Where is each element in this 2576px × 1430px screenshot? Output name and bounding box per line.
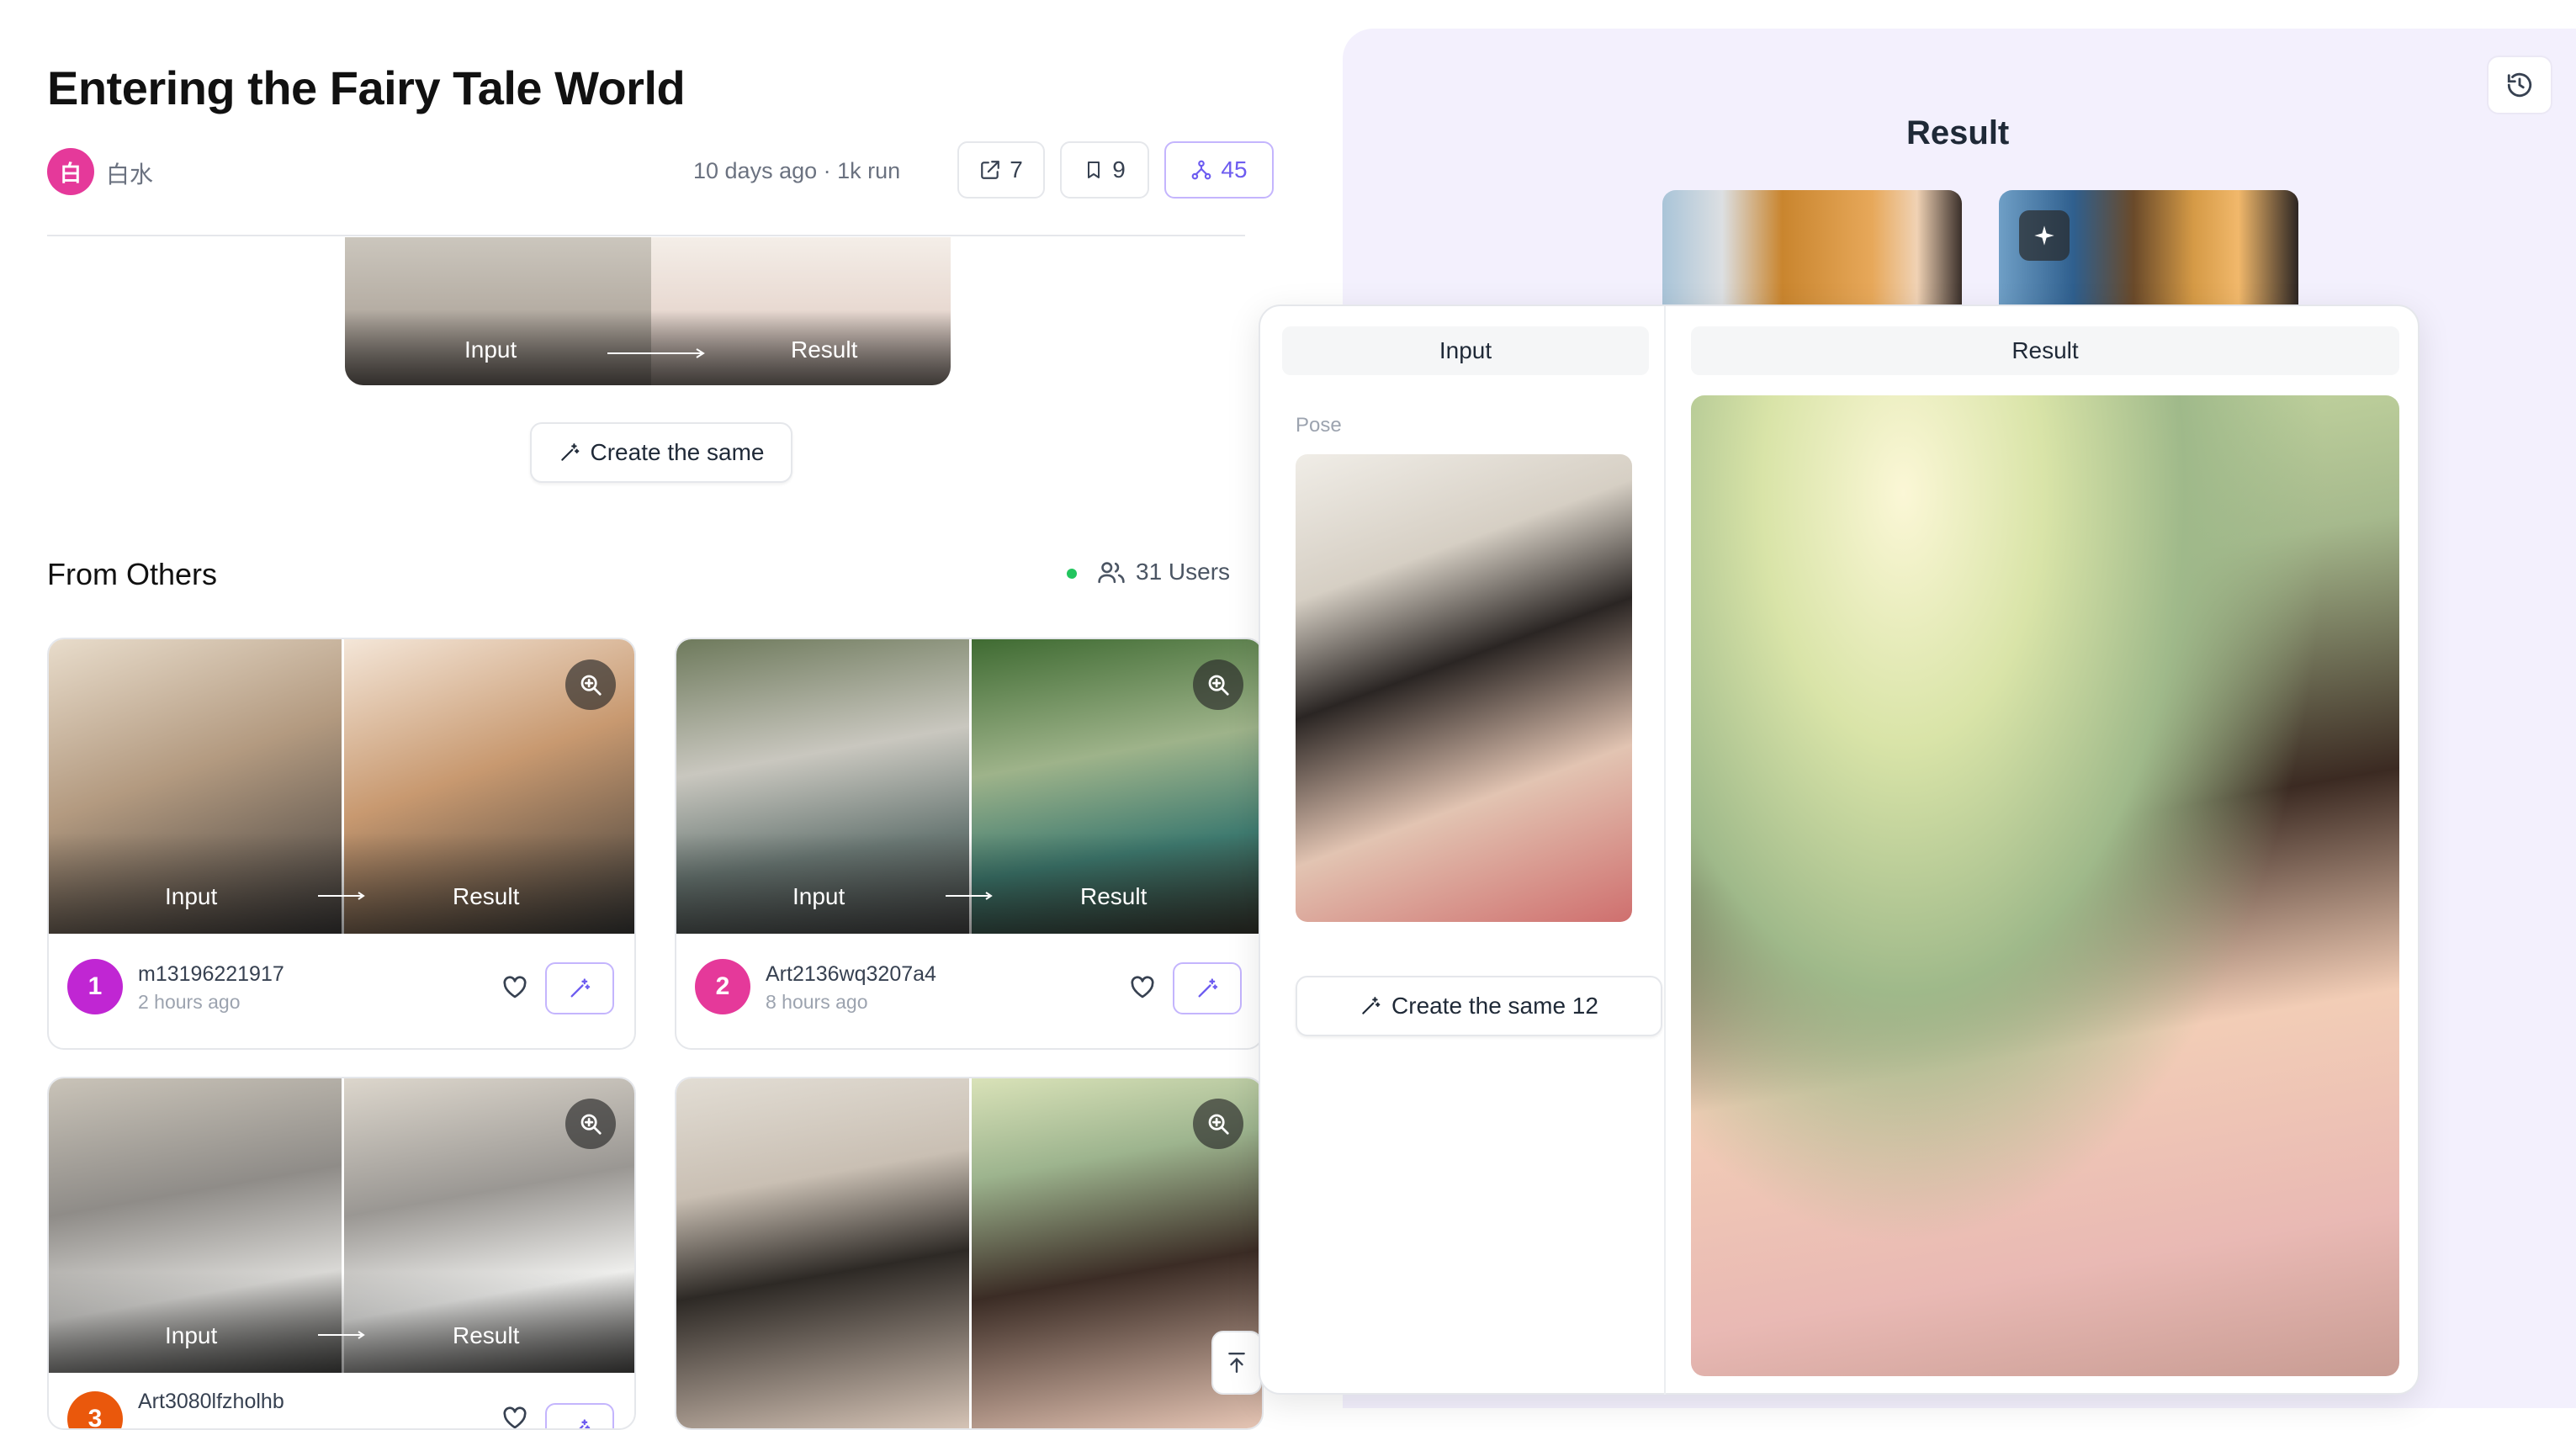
share-button[interactable]: 7: [957, 141, 1045, 199]
card-input-label: Input: [165, 883, 218, 909]
bookmark-count: 9: [1112, 156, 1126, 183]
card-result-label: Result: [453, 883, 520, 909]
magic-wand-icon: [559, 442, 580, 463]
community-card[interactable]: Input Result 3 Art3080lfzholhb: [47, 1077, 636, 1430]
card-result-label: Result: [1080, 883, 1148, 909]
community-card[interactable]: Input Result 1 m13196221917 2 hours ago: [47, 638, 636, 1050]
card-input-label: Input: [165, 1322, 218, 1348]
card-input-label: Input: [792, 883, 845, 909]
bookmark-button[interactable]: 9: [1060, 141, 1149, 199]
share-count: 7: [1010, 156, 1023, 183]
rank-badge: 3: [67, 1391, 123, 1428]
author-name[interactable]: 白水: [106, 156, 153, 190]
card-timestamp: 2 hours ago: [138, 991, 241, 1013]
heart-icon[interactable]: [1129, 974, 1156, 999]
card-username[interactable]: Art2136wq3207a4: [766, 962, 936, 987]
popover-input-header: Input: [1282, 326, 1649, 375]
heart-icon[interactable]: [501, 1405, 528, 1428]
share-icon: [979, 159, 1001, 181]
create-same-label: Create the same: [590, 439, 765, 465]
create-same-count-button[interactable]: Create the same 12: [1296, 976, 1662, 1036]
create-same-icon-button[interactable]: [545, 1403, 614, 1428]
fork-icon: [1190, 159, 1212, 181]
users-count-label: 31 Users: [1136, 559, 1231, 585]
users-icon: [1097, 559, 1126, 585]
pose-label: Pose: [1296, 414, 1342, 437]
rank-badge: 1: [67, 959, 123, 1014]
card-comparison-image[interactable]: Input Result: [49, 639, 634, 934]
history-icon: [2505, 71, 2534, 99]
zoom-in-icon[interactable]: [565, 659, 616, 710]
online-indicator: [1067, 569, 1077, 579]
header-divider: [47, 235, 1245, 236]
users-count[interactable]: 31 Users: [1097, 559, 1230, 585]
arrow-up-icon: [1226, 1350, 1248, 1375]
magic-wand-icon: [1360, 995, 1381, 1017]
arrow-right-icon: [316, 892, 367, 900]
page-title: Entering the Fairy Tale World: [47, 61, 686, 114]
magic-wand-icon: [568, 977, 591, 1000]
create-same-icon-button[interactable]: [545, 962, 614, 1014]
result-thumbnail[interactable]: [1662, 190, 1962, 308]
magic-wand-icon: [1195, 977, 1219, 1000]
magic-wand-icon: [568, 1417, 591, 1428]
meta-info: 10 days ago · 1k run: [693, 158, 901, 183]
zoom-in-icon[interactable]: [1193, 659, 1243, 710]
community-card[interactable]: Input Result 2 Art2136wq3207a4 8 hours a…: [675, 638, 1264, 1050]
popover-result-header: Result: [1691, 326, 2399, 375]
fork-count: 45: [1221, 156, 1248, 183]
zoom-in-icon[interactable]: [1193, 1099, 1243, 1149]
arrow-right-icon: [944, 892, 994, 900]
card-username[interactable]: Art3080lfzholhb: [138, 1390, 284, 1414]
history-button[interactable]: [2487, 56, 2552, 114]
community-card[interactable]: [675, 1077, 1264, 1430]
card-comparison-image[interactable]: Input Result: [49, 1078, 634, 1373]
arrow-right-icon: [316, 1331, 367, 1339]
zoom-in-icon[interactable]: [565, 1099, 616, 1149]
card-timestamp: 8 hours ago: [766, 991, 868, 1013]
rank-badge: 2: [695, 959, 750, 1014]
arrow-right-icon: [606, 348, 707, 358]
create-same-button[interactable]: Create the same: [530, 422, 792, 483]
card-username[interactable]: m13196221917: [138, 962, 284, 987]
hero-input-label: Input: [464, 336, 517, 363]
bookmark-icon: [1084, 159, 1104, 181]
result-title: Result: [1906, 114, 2010, 151]
create-same-count-label: Create the same 12: [1391, 993, 1598, 1019]
fork-button[interactable]: 45: [1164, 141, 1274, 199]
pose-input-image[interactable]: [1296, 454, 1632, 922]
card-result-label: Result: [453, 1322, 520, 1348]
result-thumbnail[interactable]: [1999, 190, 2298, 308]
author-avatar[interactable]: 白: [47, 148, 94, 195]
back-to-top-button[interactable]: [1211, 1331, 1262, 1395]
sparkle-icon: [2019, 210, 2070, 261]
card-comparison-image[interactable]: [676, 1078, 1262, 1428]
result-large-image[interactable]: [1691, 395, 2399, 1376]
heart-icon[interactable]: [501, 974, 528, 999]
hero-comparison-image[interactable]: Input Result: [345, 237, 951, 385]
from-others-heading: From Others: [47, 557, 218, 591]
hero-result-label: Result: [791, 336, 858, 363]
card-comparison-image[interactable]: Input Result: [676, 639, 1262, 934]
popover-divider: [1664, 306, 1666, 1395]
create-same-icon-button[interactable]: [1173, 962, 1242, 1014]
